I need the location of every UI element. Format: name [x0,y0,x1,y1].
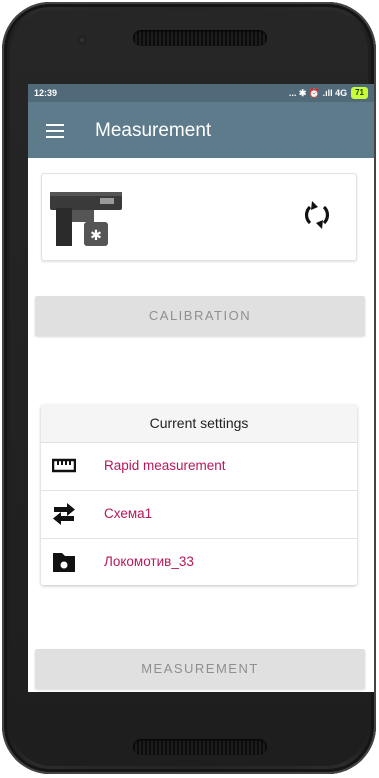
settings-row-measurement-mode[interactable]: Rapid measurement [41,443,357,491]
status-indicators: ... ✱ ⏰ .ıll 4G [288,87,348,98]
measurement-button[interactable]: MEASUREMENT [35,649,365,689]
settings-row-scheme[interactable]: Схема1 [41,491,357,539]
scheme-label: Схема1 [104,506,153,521]
settings-row-object[interactable]: Локомотив_33 [41,539,357,586]
settings-header: Current settings [41,405,357,443]
swap-arrows-icon [53,503,75,525]
status-bar: 12:39 ... ✱ ⏰ .ıll 4G 71 [28,84,374,102]
measurement-mode-label: Rapid measurement [104,458,226,473]
device-card: ✱ [41,173,357,261]
meter-device-with-bluetooth-icon: ✱ [50,192,122,246]
bottom-speaker [133,739,267,755]
battery-icon: 71 [351,87,368,99]
object-label: Локомотив_33 [104,554,194,569]
page-title: Measurement [95,120,212,141]
current-settings-card: Current settings Rapid measurement Схема… [41,405,357,585]
status-time: 12:39 [34,88,58,98]
status-icons: ... ✱ ⏰ .ıll 4G 71 [289,87,368,99]
phone-screen: 12:39 ... ✱ ⏰ .ıll 4G 71 Measurement ✱ C… [28,84,374,692]
folder-icon [53,553,75,572]
refresh-icon[interactable] [300,198,334,232]
app-bar: Measurement [28,102,374,158]
phone-frame: 12:39 ... ✱ ⏰ .ıll 4G 71 Measurement ✱ C… [2,2,376,774]
svg-text:✱: ✱ [90,228,102,244]
hamburger-menu-icon[interactable] [46,124,64,138]
front-camera [78,36,86,44]
calibration-button[interactable]: CALIBRATION [35,296,365,336]
earpiece-speaker [133,30,267,46]
ruler-icon [52,458,76,473]
